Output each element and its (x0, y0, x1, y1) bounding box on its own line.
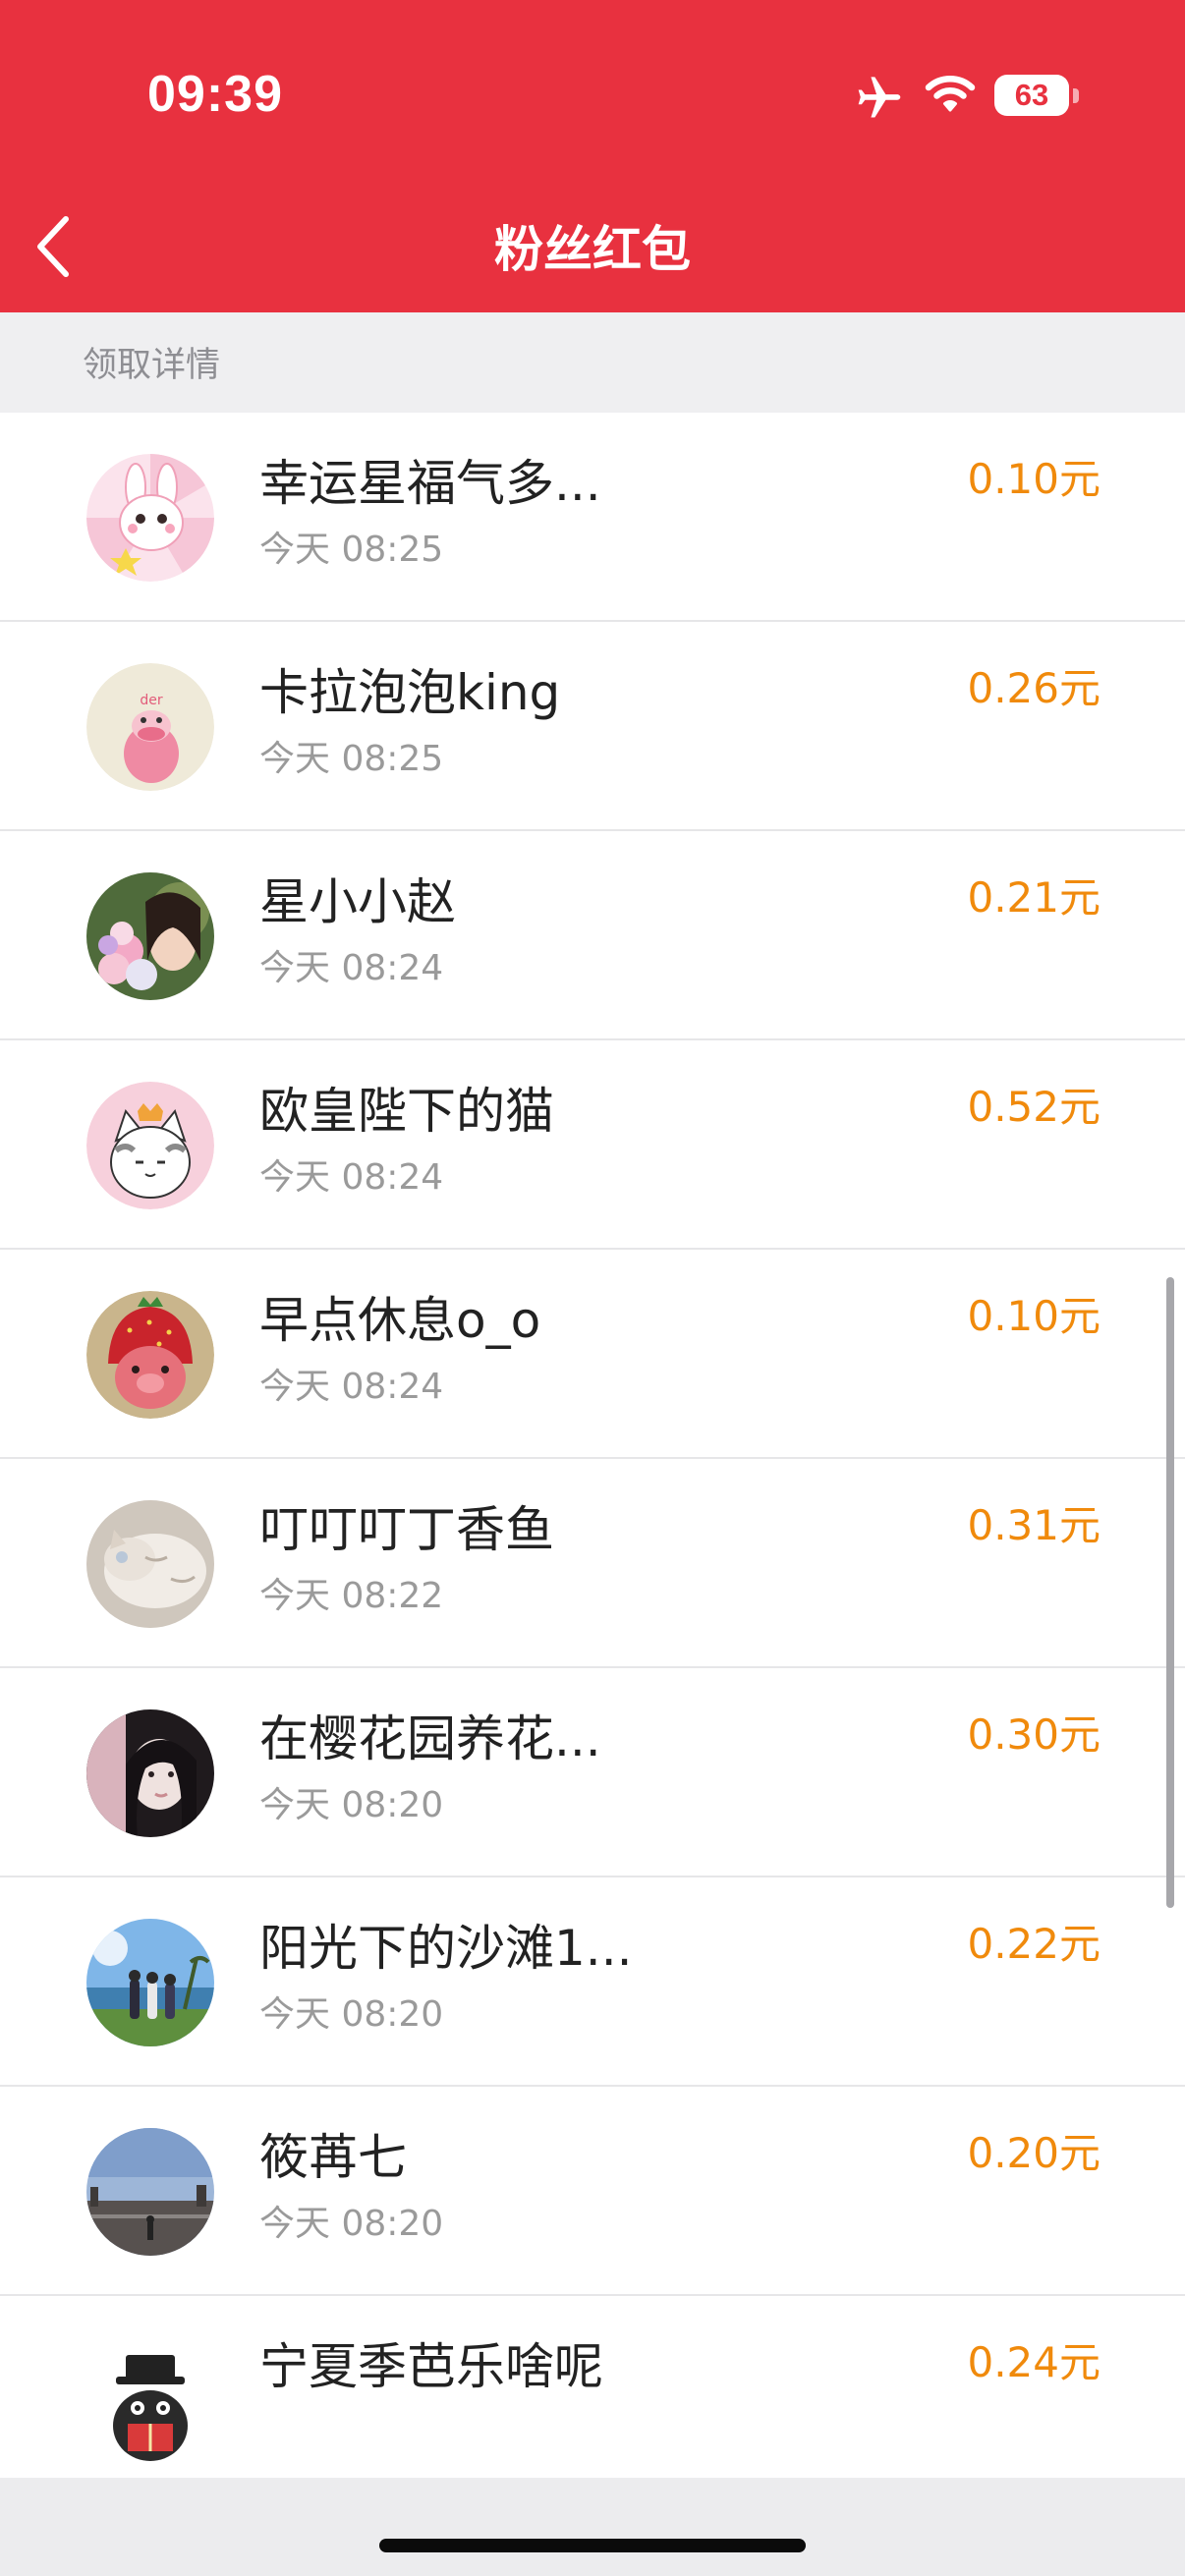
claim-time: 今天 08:24 (259, 1367, 444, 1407)
claim-list[interactable]: 幸运星福气多... 今天 08:25 0.10元 der 卡拉泡泡king 今天… (0, 413, 1185, 2478)
list-item[interactable]: der 卡拉泡泡king 今天 08:25 0.26元 (0, 622, 1185, 831)
claim-time: 今天 08:24 (259, 1157, 444, 1198)
list-item[interactable]: 早点休息o_o 今天 08:24 0.10元 (0, 1250, 1185, 1459)
claim-amount: 0.26元 (967, 664, 1100, 712)
user-name: 在樱花园养花... (259, 1710, 601, 1767)
list-item[interactable]: 阳光下的沙滩1... 今天 08:20 0.22元 (0, 1877, 1185, 2087)
city-sky-avatar (86, 2128, 214, 2256)
claim-amount: 0.21元 (967, 873, 1100, 922)
claim-amount: 0.20元 (967, 2129, 1100, 2177)
strawberry-hat-avatar (86, 1291, 214, 1419)
home-indicator[interactable] (379, 2539, 806, 2552)
list-item[interactable]: 叮叮叮丁香鱼 今天 08:22 0.31元 (0, 1459, 1185, 1668)
claim-time: 今天 08:20 (259, 1994, 444, 2035)
claim-time: 今天 08:20 (259, 2204, 444, 2244)
claim-amount: 0.31元 (967, 1501, 1100, 1549)
user-name: 幸运星福气多... (259, 455, 601, 512)
girl-with-flowers-avatar (86, 872, 214, 1000)
battery-cap (1073, 88, 1079, 103)
user-name: 卡拉泡泡king (259, 664, 561, 721)
claim-time: 今天 08:24 (259, 948, 444, 988)
page-title: 粉丝红包 (494, 221, 691, 278)
claim-amount: 0.24元 (967, 2338, 1100, 2386)
claim-amount: 0.52元 (967, 1083, 1100, 1131)
list-item[interactable]: 筱苒七 今天 08:20 0.20元 (0, 2087, 1185, 2296)
list-item[interactable]: 星小小赵 今天 08:24 0.21元 (0, 831, 1185, 1040)
user-name: 宁夏季芭乐啥呢 (259, 2338, 603, 2395)
status-time: 09:39 (147, 66, 283, 123)
wifi-icon (925, 76, 976, 112)
list-item[interactable]: 幸运星福气多... 今天 08:25 0.10元 (0, 413, 1185, 622)
svg-text:der: der (140, 693, 163, 708)
list-item[interactable]: 欧皇陛下的猫 今天 08:24 0.52元 (0, 1040, 1185, 1250)
claim-amount: 0.10元 (967, 1292, 1100, 1340)
beach-photo-avatar (86, 1919, 214, 2046)
claim-amount: 0.30元 (967, 1710, 1100, 1759)
user-name: 阳光下的沙滩1... (259, 1920, 633, 1977)
claim-time: 今天 08:22 (259, 1576, 444, 1616)
claim-amount: 0.10元 (967, 455, 1100, 503)
section-header: 领取详情 (0, 312, 1185, 413)
reading-character-avatar (86, 2337, 214, 2465)
bottom-safe-area (0, 2478, 1185, 2576)
airplane-icon (858, 77, 901, 118)
user-name: 早点休息o_o (259, 1292, 541, 1349)
battery-icon: 63 (994, 75, 1069, 116)
claim-time: 今天 08:25 (259, 530, 444, 570)
user-name: 星小小赵 (259, 873, 456, 930)
user-name: 叮叮叮丁香鱼 (259, 1501, 554, 1558)
rabbit-cartoon-avatar (86, 454, 214, 582)
battery-level-text: 63 (1014, 78, 1049, 112)
claim-time: 今天 08:20 (259, 1785, 444, 1825)
cartoon-cat-avatar (86, 1082, 214, 1209)
girl-portrait-avatar (86, 1709, 214, 1837)
section-label: 领取详情 (83, 346, 221, 385)
claim-amount: 0.22元 (967, 1920, 1100, 1968)
screen: 09:39 63 粉丝红包 领取详情 幸运星福气多... 今天 08:25 0.… (0, 0, 1185, 2576)
list-item[interactable]: 在樱花园养花... 今天 08:20 0.30元 (0, 1668, 1185, 1877)
sleeping-cat-avatar (86, 1500, 214, 1628)
pink-character-avatar: der (86, 663, 214, 791)
claim-time: 今天 08:25 (259, 739, 444, 779)
list-item[interactable]: 宁夏季芭乐啥呢 0.24元 (0, 2296, 1185, 2478)
user-name: 筱苒七 (259, 2129, 407, 2186)
scrollbar[interactable] (1166, 1277, 1174, 1908)
user-name: 欧皇陛下的猫 (259, 1083, 554, 1140)
header: 09:39 63 粉丝红包 (0, 0, 1185, 312)
